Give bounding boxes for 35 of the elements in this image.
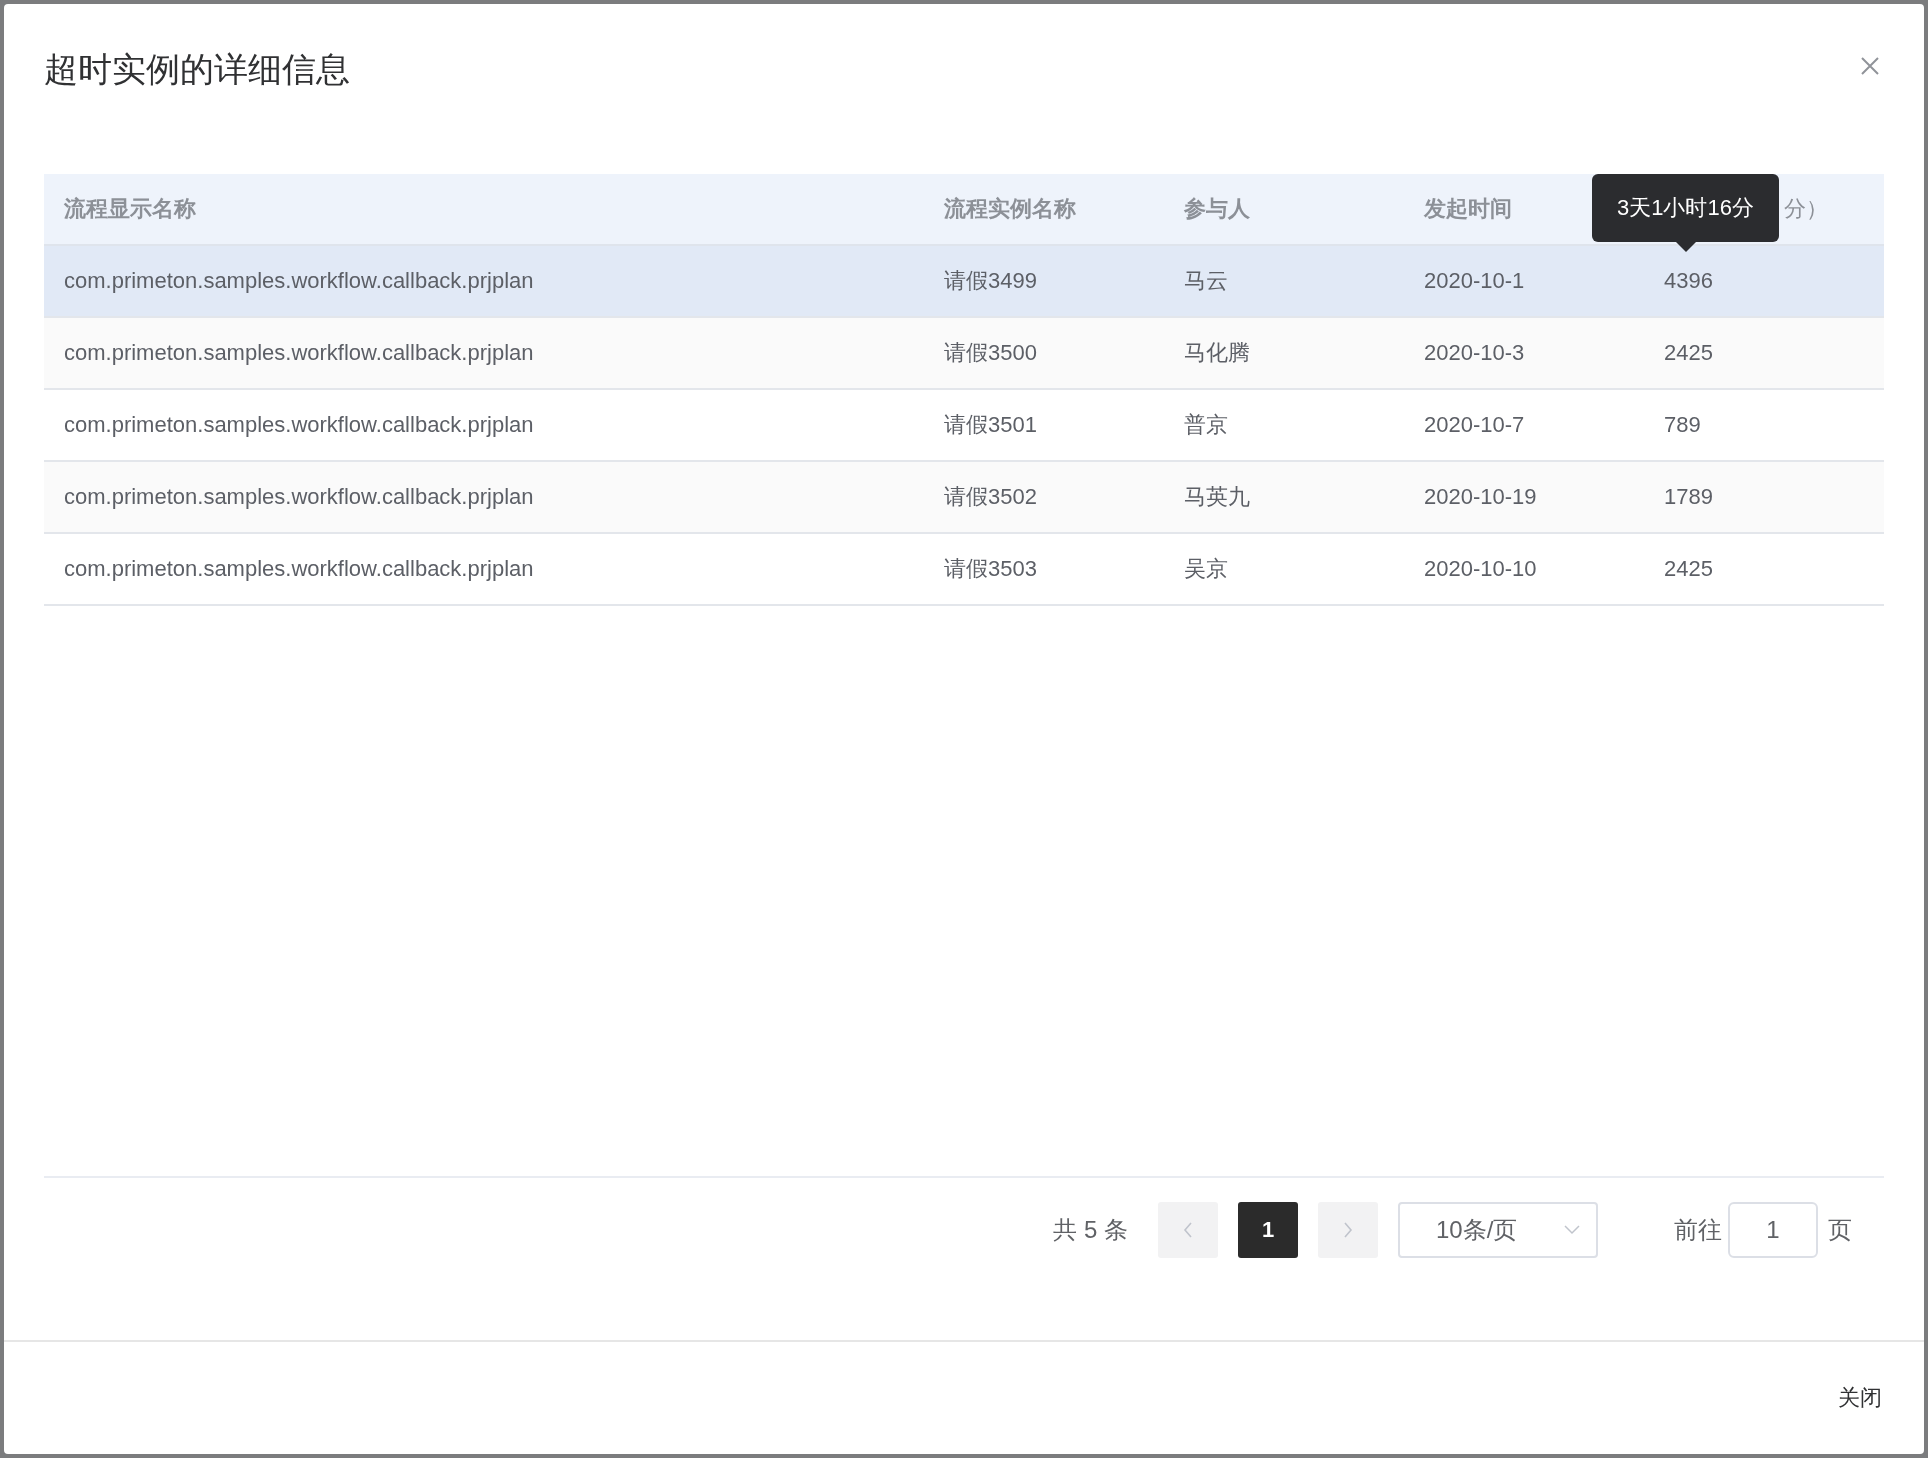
table-cell: 4396 (1644, 245, 1884, 317)
table-cell: 请假3500 (924, 317, 1164, 389)
table-cell: com.primeton.samples.workflow.callback.prjplan (44, 317, 924, 389)
chevron-left-icon (1183, 1222, 1193, 1238)
page-size-select[interactable]: 10条/页 (1398, 1202, 1598, 1258)
goto-label: 前往 (1674, 1215, 1722, 1245)
table-cell: 2425 (1644, 533, 1884, 605)
total-count: 共 5 条 (1053, 1215, 1128, 1245)
chevron-right-icon (1343, 1222, 1353, 1238)
table-cell: 2020-10-3 (1404, 317, 1644, 389)
dialog-title: 超时实例的详细信息 (44, 49, 350, 90)
table-cell: com.primeton.samples.workflow.callback.prjplan (44, 533, 924, 605)
table-cell: com.primeton.samples.workflow.callback.prjplan (44, 245, 924, 317)
close-button[interactable]: 关闭 (1836, 1379, 1884, 1417)
table-cell: 吴京 (1164, 533, 1404, 605)
table-cell: 马化腾 (1164, 317, 1404, 389)
table-cell: 请假3502 (924, 461, 1164, 533)
tooltip-arrow (1676, 242, 1696, 252)
table-cell: 请假3499 (924, 245, 1164, 317)
table-cell: 2020-10-1 (1404, 245, 1644, 317)
table-cell: 马云 (1164, 245, 1404, 317)
table-cell: 请假3503 (924, 533, 1164, 605)
table-cell: 2020-10-10 (1404, 533, 1644, 605)
table-cell: 2425 (1644, 317, 1884, 389)
close-icon[interactable] (1860, 56, 1880, 76)
caret-icon (1564, 1225, 1580, 1235)
goto-suffix: 页 (1828, 1215, 1852, 1245)
goto-page-field[interactable]: 1 (1728, 1202, 1818, 1258)
table-cell: 2020-10-19 (1404, 461, 1644, 533)
page-size-value: 10条/页 (1436, 1215, 1518, 1245)
tooltip: 3天1小时16分 (1592, 174, 1779, 242)
table-cell: com.primeton.samples.workflow.callback.prjplan (44, 461, 924, 533)
table-cell: 马英九 (1164, 461, 1404, 533)
table-cell: 1789 (1644, 461, 1884, 533)
page-button[interactable]: 1 (1238, 1202, 1298, 1258)
